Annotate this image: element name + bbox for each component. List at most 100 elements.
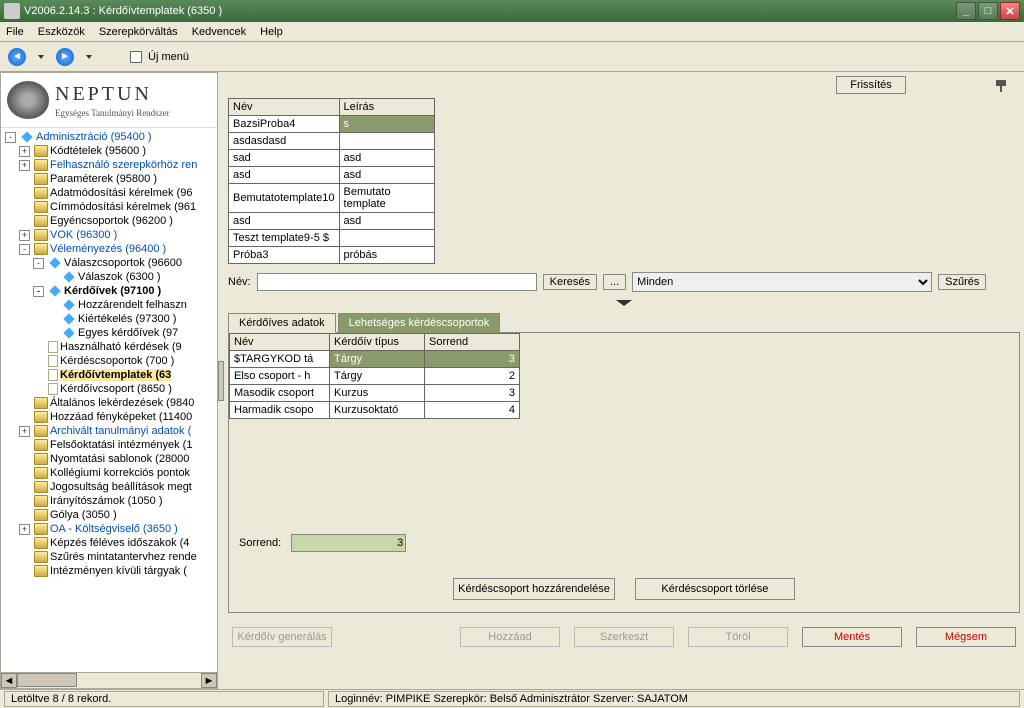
tree-item[interactable]: Nyomtatási sablonok (28000: [3, 452, 215, 466]
tree-label: Válaszok (6300 ): [78, 271, 161, 283]
folder-icon: [34, 229, 48, 241]
assign-del-button[interactable]: Kérdéscsoport törlése: [635, 578, 795, 600]
back-button[interactable]: ◄: [8, 48, 26, 66]
tree-label: Kérdőívek (97100 ): [64, 285, 161, 297]
col2-sorrend[interactable]: Sorrend: [425, 334, 520, 351]
diamond-icon: [49, 257, 60, 268]
menu-szerepkor[interactable]: Szerepkörváltás: [99, 26, 178, 38]
tree-item[interactable]: Paraméterek (95800 ): [3, 172, 215, 186]
cancel-button[interactable]: Mégsem: [916, 627, 1016, 647]
tree-item[interactable]: Címmódosítási kérelmek (961: [3, 200, 215, 214]
sorrend-input[interactable]: [291, 534, 406, 552]
table-row[interactable]: Harmadik csopoKurzusoktató4: [230, 402, 520, 419]
pin-icon[interactable]: [994, 76, 1010, 92]
table-row[interactable]: Bemutatotemplate10Bemutato template: [229, 184, 435, 213]
save-button[interactable]: Mentés: [802, 627, 902, 647]
search-button[interactable]: Keresés: [543, 274, 597, 290]
table-row[interactable]: Masodik csoportKurzus3: [230, 385, 520, 402]
table-row[interactable]: Teszt template9-5 $: [229, 230, 435, 247]
menu-help[interactable]: Help: [260, 26, 283, 38]
tree-item[interactable]: Szűrés mintatantervhez rende: [3, 550, 215, 564]
tree-item[interactable]: +Kódtételek (95600 ): [3, 144, 215, 158]
refresh-button[interactable]: Frissítés: [836, 76, 906, 94]
tree-item[interactable]: Adatmódosítási kérelmek (96: [3, 186, 215, 200]
tree-item[interactable]: Felsőoktatási intézmények (1: [3, 438, 215, 452]
tree-item[interactable]: Kérdéscsoportok (700 ): [3, 354, 215, 368]
col-nev[interactable]: Név: [229, 99, 340, 116]
tab-kerdoives[interactable]: Kérdőíves adatok: [228, 313, 336, 333]
tree-item[interactable]: Intézményen kívüli tárgyak (: [3, 564, 215, 578]
tree-item[interactable]: Általános lekérdezések (9840: [3, 396, 215, 410]
delete-button[interactable]: Töröl: [688, 627, 788, 647]
close-button[interactable]: ✕: [1000, 2, 1020, 20]
menu-file[interactable]: File: [6, 26, 24, 38]
tree-item[interactable]: -Véleményezés (96400 ): [3, 242, 215, 256]
diamond-icon: [21, 131, 32, 142]
groups-grid[interactable]: Név Kérdőív típus Sorrend $TARGYKOD táTá…: [229, 333, 520, 419]
tree-item[interactable]: +OA - Költségviselő (3650 ): [3, 522, 215, 536]
table-row[interactable]: asdasd: [229, 213, 435, 230]
col2-tipus[interactable]: Kérdőív típus: [330, 334, 425, 351]
table-row[interactable]: BazsiProba4s: [229, 116, 435, 133]
templates-grid[interactable]: Név Leírás BazsiProba4sasdasdasdsadasdas…: [228, 98, 435, 264]
menu-eszkozok[interactable]: Eszközök: [38, 26, 85, 38]
section-collapse-icon[interactable]: [228, 300, 1020, 306]
logo-icon: [7, 81, 49, 119]
add-button[interactable]: Hozzáad: [460, 627, 560, 647]
tree-item[interactable]: +Felhasználó szerepkörhöz ren: [3, 158, 215, 172]
tree-item[interactable]: Kérdőívtemplatek (63: [3, 368, 215, 382]
tree-item[interactable]: Hozzárendelt felhaszn: [3, 298, 215, 312]
nav-tree[interactable]: -Adminisztráció (95400 )+Kódtételek (956…: [1, 128, 217, 672]
scroll-right-icon[interactable]: ►: [201, 673, 217, 688]
table-row[interactable]: Próba3próbás: [229, 247, 435, 264]
back-dropdown[interactable]: [38, 55, 44, 59]
tree-item[interactable]: -Adminisztráció (95400 ): [3, 130, 215, 144]
filter-button[interactable]: Szűrés: [938, 274, 986, 290]
tree-item[interactable]: Gólya (3050 ): [3, 508, 215, 522]
folder-icon: [34, 145, 48, 157]
tree-item[interactable]: Egyes kérdőívek (97: [3, 326, 215, 340]
table-row[interactable]: asdasdasd: [229, 133, 435, 150]
table-row[interactable]: Elso csoport - hTárgy2: [230, 368, 520, 385]
tab-row: Kérdőíves adatok Lehetséges kérdéscsopor…: [228, 312, 1020, 333]
edit-button[interactable]: Szerkeszt: [574, 627, 674, 647]
tree-item[interactable]: Kiértékelés (97300 ): [3, 312, 215, 326]
tree-item[interactable]: Kérdőívcsoport (8650 ): [3, 382, 215, 396]
forward-dropdown[interactable]: [86, 55, 92, 59]
tree-item[interactable]: -Kérdőívek (97100 ): [3, 284, 215, 298]
tree-item[interactable]: +VOK (96300 ): [3, 228, 215, 242]
newmenu-checkbox[interactable]: [130, 51, 142, 63]
tree-item[interactable]: -Válaszcsoportok (96600: [3, 256, 215, 270]
folder-icon: [34, 495, 48, 507]
filter-select[interactable]: Minden: [632, 272, 932, 292]
diamond-icon: [49, 285, 60, 296]
diamond-icon: [63, 327, 74, 338]
tree-item[interactable]: Képzés féléves időszakok (4: [3, 536, 215, 550]
tab-lehetseges[interactable]: Lehetséges kérdéscsoportok: [338, 313, 501, 333]
table-row[interactable]: $TARGYKOD táTárgy3: [230, 351, 520, 368]
menu-kedvencek[interactable]: Kedvencek: [192, 26, 246, 38]
tree-item[interactable]: Irányítószámok (1050 ): [3, 494, 215, 508]
scroll-thumb[interactable]: [17, 673, 77, 687]
tree-item[interactable]: Jogosultság beállítások megt: [3, 480, 215, 494]
assign-add-button[interactable]: Kérdéscsoport hozzárendelése: [453, 578, 615, 600]
tree-item[interactable]: Hozzáad fényképeket (11400: [3, 410, 215, 424]
tree-item[interactable]: Válaszok (6300 ): [3, 270, 215, 284]
tree-label: Címmódosítási kérelmek (961: [50, 201, 196, 213]
table-row[interactable]: asdasd: [229, 167, 435, 184]
search-input[interactable]: [257, 273, 537, 291]
generate-button[interactable]: Kérdőív generálás: [232, 627, 332, 647]
table-row[interactable]: sadasd: [229, 150, 435, 167]
scroll-left-icon[interactable]: ◄: [1, 673, 17, 688]
col-leiras[interactable]: Leírás: [339, 99, 434, 116]
tree-item[interactable]: Kollégiumi korrekciós pontok: [3, 466, 215, 480]
col2-nev[interactable]: Név: [230, 334, 330, 351]
tree-item[interactable]: Egyéncsoportok (96200 ): [3, 214, 215, 228]
maximize-button[interactable]: □: [978, 2, 998, 20]
forward-button[interactable]: ►: [56, 48, 74, 66]
h-scrollbar[interactable]: ◄ ►: [1, 672, 217, 688]
tree-item[interactable]: Használható kérdések (9: [3, 340, 215, 354]
search-more-button[interactable]: ...: [603, 274, 626, 290]
minimize-button[interactable]: _: [956, 2, 976, 20]
tree-item[interactable]: +Archivált tanulmányi adatok (: [3, 424, 215, 438]
